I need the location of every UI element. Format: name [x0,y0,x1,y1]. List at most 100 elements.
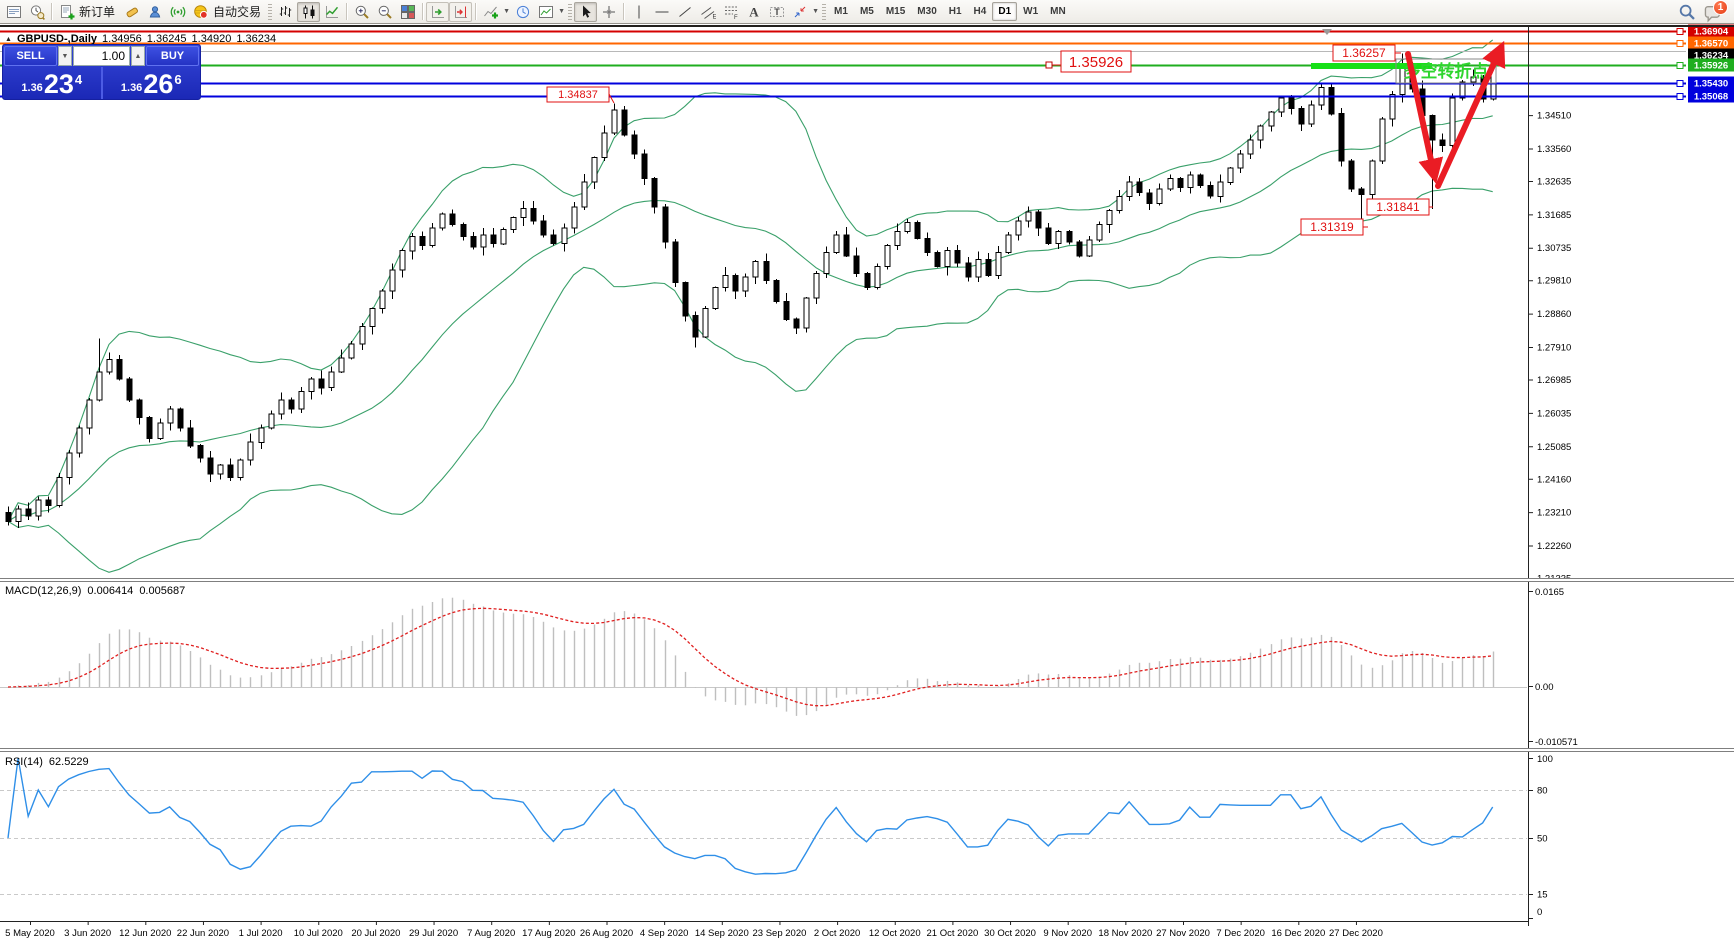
indicators-dropdown-icon[interactable]: ▼ [502,2,511,22]
terminal-icon[interactable] [2,2,25,22]
fibonacci-icon[interactable]: F [719,2,742,22]
svg-text:27 Dec 2020: 27 Dec 2020 [1329,928,1383,939]
volume-increase-button[interactable]: ▲ [131,46,145,66]
arrows-dropdown-icon[interactable]: ▼ [811,2,820,22]
autotrading-icon[interactable] [189,2,212,22]
svg-text:27 Nov 2020: 27 Nov 2020 [1156,928,1210,939]
tf-m5[interactable]: M5 [854,2,880,21]
svg-text:80: 80 [1537,786,1548,797]
toolbar-edge [0,25,1734,27]
svg-text:26 Aug 2020: 26 Aug 2020 [580,928,633,939]
svg-text:1.31685: 1.31685 [1537,210,1571,221]
indicators-icon[interactable] [479,2,502,22]
svg-text:2 Oct 2020: 2 Oct 2020 [814,928,860,939]
svg-text:0: 0 [1537,907,1542,918]
search-icon[interactable] [1675,2,1698,22]
horizontal-line-icon[interactable] [650,2,673,22]
tf-mn[interactable]: MN [1044,2,1072,21]
sell-price-pipette: 4 [75,72,82,87]
volume-input[interactable] [73,46,130,66]
svg-text:1.31841: 1.31841 [1376,200,1420,214]
svg-text:T: T [774,7,780,17]
svg-text:1.31319: 1.31319 [1310,220,1354,234]
tf-h1[interactable]: H1 [943,2,968,21]
bar-chart-icon[interactable] [274,2,297,22]
text-label-icon[interactable]: T [765,2,788,22]
chart-canvas[interactable]: 多空转折点1.348371.359261.362571.313191.31841… [0,0,1734,950]
svg-text:14 Sep 2020: 14 Sep 2020 [695,928,749,939]
svg-text:1.33560: 1.33560 [1537,144,1571,155]
tf-w1[interactable]: W1 [1017,2,1044,21]
zoom-out-icon[interactable] [373,2,396,22]
toolbar: 新订单 自动交易 ▼ ▼ E F A T ▼ M1 M5 M15 M30 H1 … [0,0,1734,24]
svg-text:1.36257: 1.36257 [1342,46,1386,60]
line-chart-icon[interactable] [320,2,343,22]
svg-text:50: 50 [1537,834,1548,845]
templates-icon[interactable] [534,2,557,22]
trendline-icon[interactable] [673,2,696,22]
publisher-icon[interactable] [143,2,166,22]
svg-text:12 Jun 2020: 12 Jun 2020 [119,928,171,939]
svg-text:29 Jul 2020: 29 Jul 2020 [409,928,458,939]
equidistant-channel-icon[interactable]: E [696,2,719,22]
notifications-icon[interactable]: 1 [1702,1,1726,23]
buy-price-pips: 26 [143,71,173,97]
new-order-icon[interactable] [55,2,78,22]
buy-price-main: 1.36 [121,82,142,94]
templates-dropdown-icon[interactable]: ▼ [557,2,566,22]
cycles-icon[interactable] [511,2,534,22]
svg-text:16 Dec 2020: 16 Dec 2020 [1271,928,1325,939]
tf-m1[interactable]: M1 [828,2,854,21]
svg-text:5 May 2020: 5 May 2020 [5,928,55,939]
tf-m15[interactable]: M15 [880,2,911,21]
svg-text:1.29810: 1.29810 [1537,276,1571,287]
svg-text:3 Jun 2020: 3 Jun 2020 [64,928,111,939]
svg-text:4 Sep 2020: 4 Sep 2020 [640,928,689,939]
svg-text:30 Oct 2020: 30 Oct 2020 [984,928,1036,939]
text-icon[interactable]: A [742,2,765,22]
cursor-icon[interactable] [574,2,597,22]
signals-icon[interactable] [166,2,189,22]
tf-d1[interactable]: D1 [992,2,1017,21]
svg-text:1.35926: 1.35926 [1694,61,1728,72]
volume-decrease-button[interactable]: ▼ [58,46,72,66]
svg-text:1.25085: 1.25085 [1537,442,1571,453]
svg-text:15: 15 [1537,890,1548,901]
metaeditor-icon[interactable] [120,2,143,22]
svg-text:12 Oct 2020: 12 Oct 2020 [869,928,921,939]
buy-button[interactable]: BUY [146,46,199,66]
svg-text:18 Nov 2020: 18 Nov 2020 [1098,928,1152,939]
sell-button[interactable]: SELL [4,46,57,66]
tf-h4[interactable]: H4 [968,2,993,21]
svg-text:1.23210: 1.23210 [1537,508,1571,519]
notification-badge[interactable]: 1 [1713,0,1728,15]
new-order-label[interactable]: 新订单 [79,3,115,20]
svg-text:7 Dec 2020: 7 Dec 2020 [1216,928,1265,939]
candlestick-chart-icon[interactable] [297,2,320,22]
autotrading-label[interactable]: 自动交易 [213,3,261,20]
svg-text:1.26035: 1.26035 [1537,408,1571,419]
svg-text:1.35430: 1.35430 [1694,79,1728,90]
sell-price[interactable]: 1.36 23 4 [3,67,101,99]
svg-text:10 Jul 2020: 10 Jul 2020 [294,928,343,939]
history-center-icon[interactable] [25,2,48,22]
svg-text:E: E [712,14,716,20]
buy-price-pipette: 6 [174,72,181,87]
tile-windows-icon[interactable] [396,2,419,22]
crosshair-icon[interactable] [597,2,620,22]
svg-text:1.34837: 1.34837 [558,89,598,101]
svg-text:22 Jun 2020: 22 Jun 2020 [177,928,229,939]
chart-shift-icon[interactable] [449,2,472,22]
zoom-in-icon[interactable] [350,2,373,22]
svg-text:1.24160: 1.24160 [1537,474,1571,485]
arrows-icon[interactable] [788,2,811,22]
svg-text:1.35068: 1.35068 [1694,92,1728,103]
buy-price[interactable]: 1.36 26 6 [103,67,201,99]
auto-scroll-icon[interactable] [426,2,449,22]
tf-m30[interactable]: M30 [911,2,942,21]
svg-text:20 Jul 2020: 20 Jul 2020 [351,928,400,939]
svg-text:1.27910: 1.27910 [1537,343,1571,354]
svg-text:1.36904: 1.36904 [1694,27,1729,38]
svg-text:1 Jul 2020: 1 Jul 2020 [239,928,283,939]
vertical-line-icon[interactable] [627,2,650,22]
